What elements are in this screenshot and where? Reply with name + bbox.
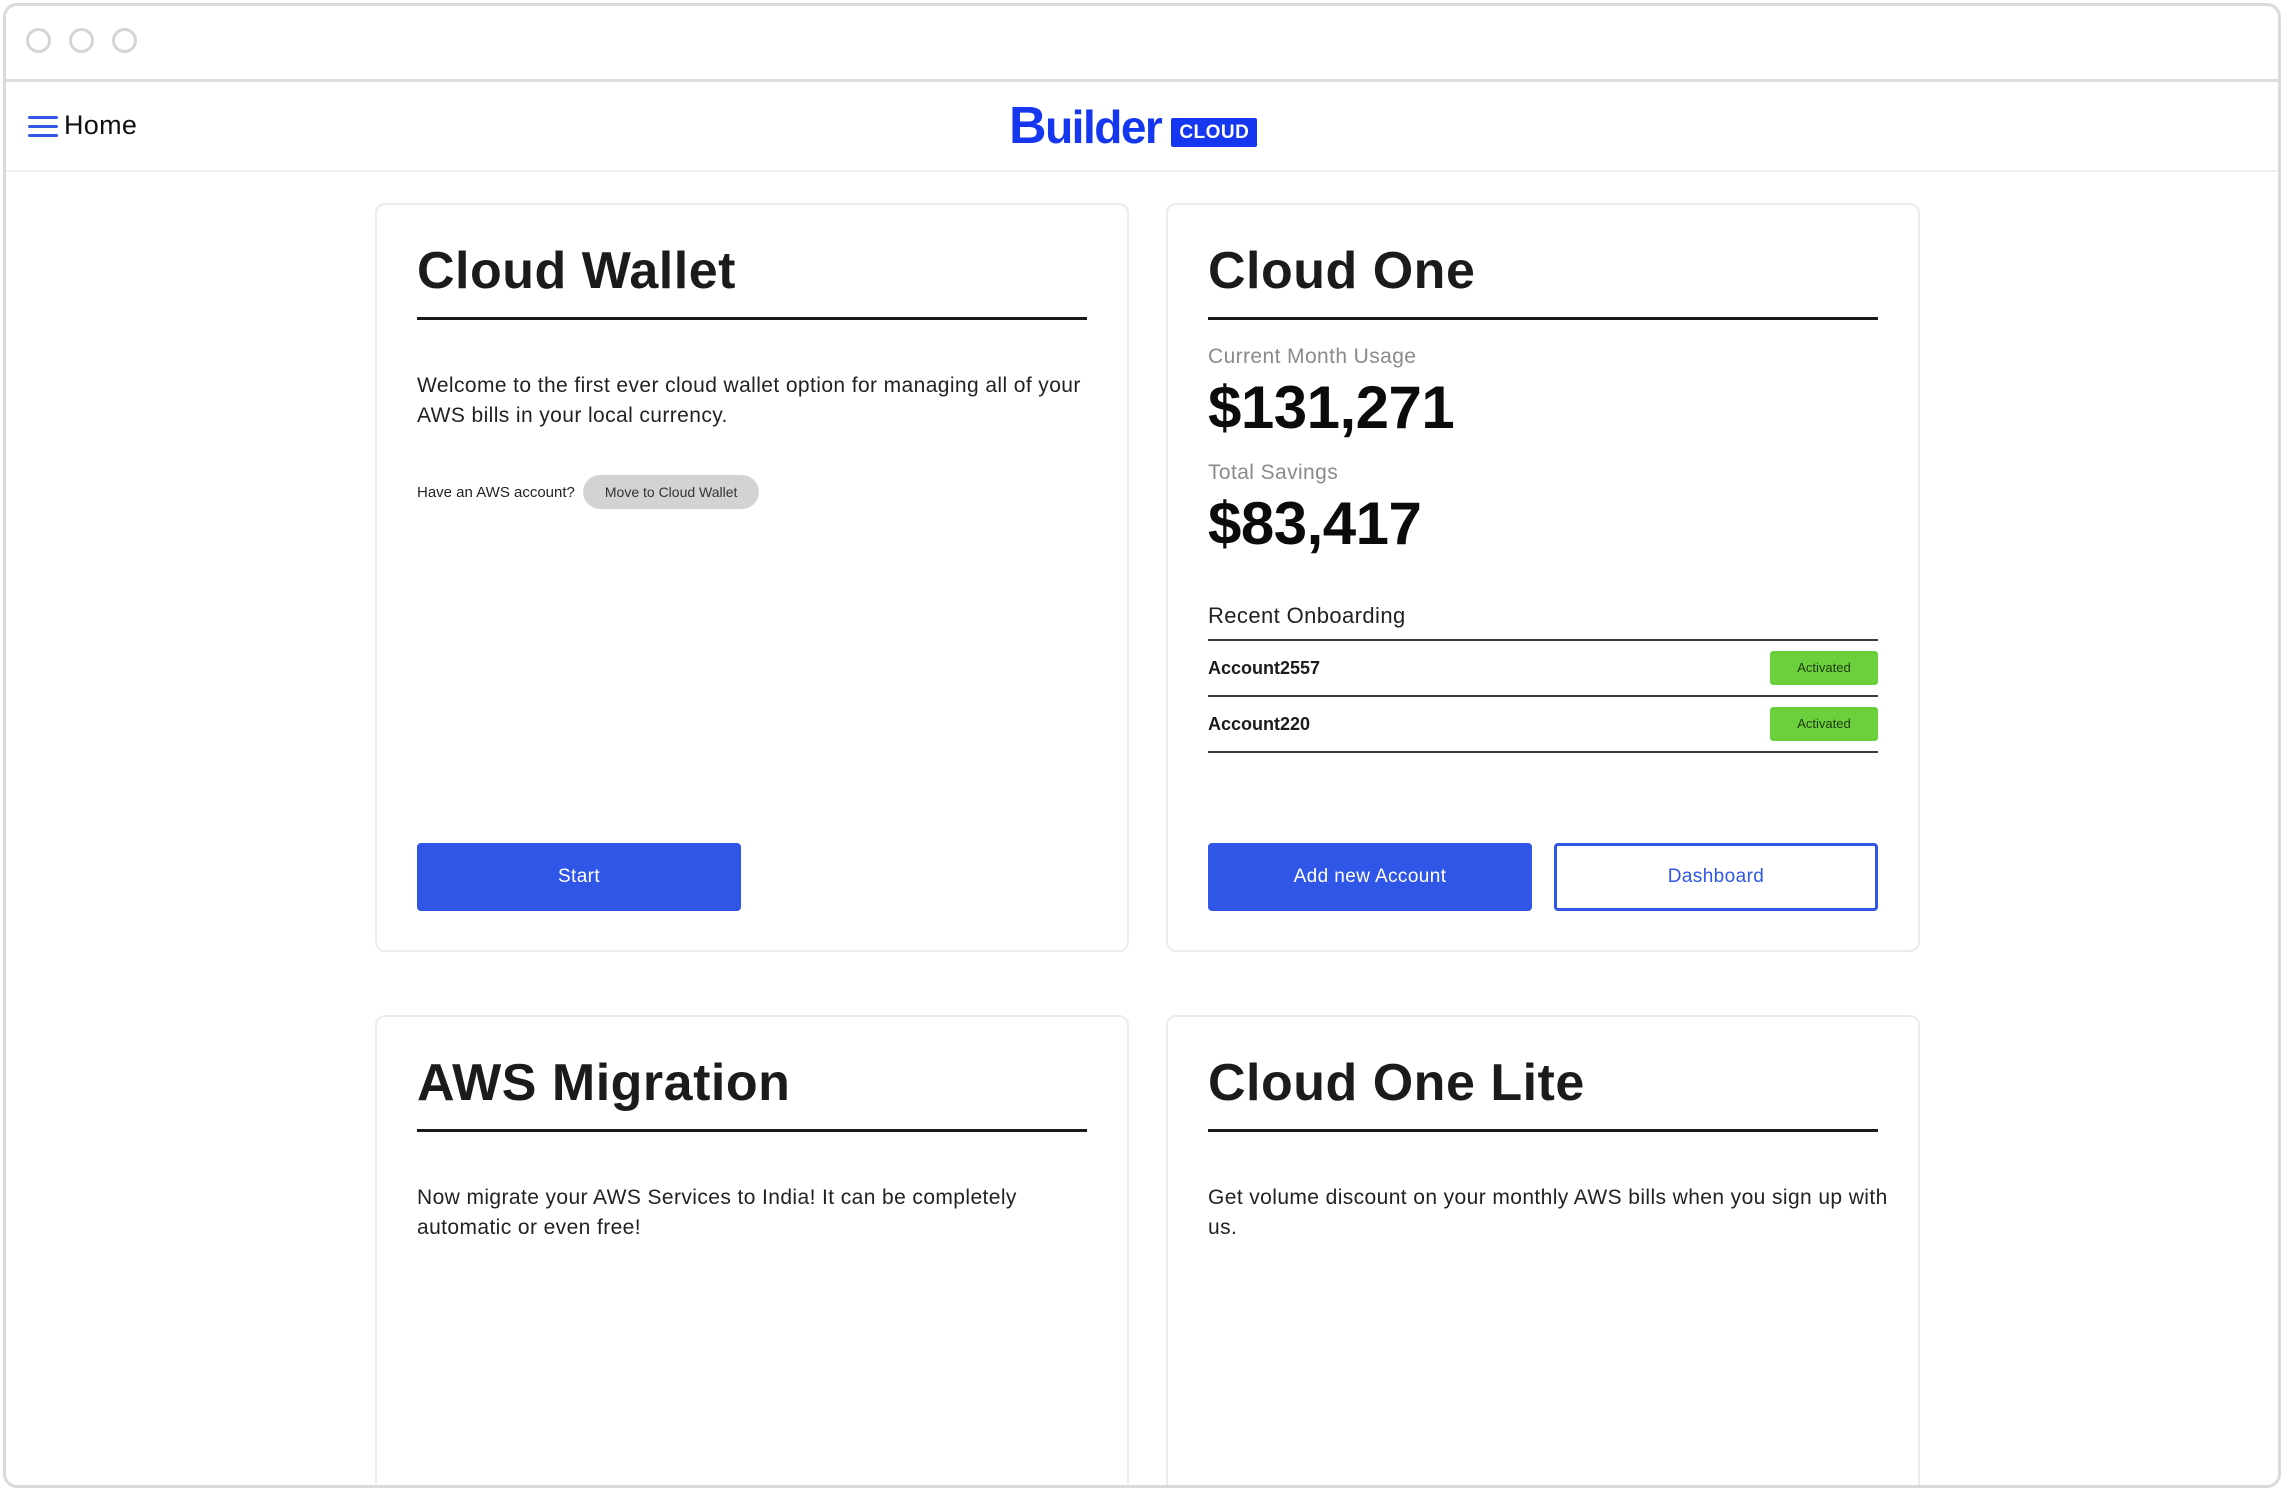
list-item[interactable]: Account2557 Activated xyxy=(1208,641,1878,697)
cloud-one-card: Cloud One Current Month Usage $131,271 T… xyxy=(1166,203,1920,952)
cloud-wallet-card: Cloud Wallet Welcome to the first ever c… xyxy=(375,203,1129,952)
dashboard-button[interactable]: Dashboard xyxy=(1554,843,1878,911)
card-description: Get volume discount on your monthly AWS … xyxy=(1208,1186,1888,1239)
recent-onboarding-label: Recent Onboarding xyxy=(1208,603,1406,628)
title-divider xyxy=(1208,1129,1878,1132)
account-name: Account220 xyxy=(1208,714,1311,734)
title-divider xyxy=(1208,317,1878,320)
recent-onboarding-list: Account2557 Activated Account220 Activat… xyxy=(1208,639,1878,753)
title-divider xyxy=(417,317,1087,320)
savings-value: $83,417 xyxy=(1208,490,1422,557)
builder-cloud-logo[interactable]: Builder CLOUD xyxy=(1009,97,1258,155)
status-badge: Activated xyxy=(1770,707,1878,741)
add-new-account-button[interactable]: Add new Account xyxy=(1208,843,1532,911)
top-navbar: Home Builder CLOUD xyxy=(6,82,2278,172)
window-minimize-dot[interactable] xyxy=(69,28,94,53)
title-divider xyxy=(417,1129,1087,1132)
home-label[interactable]: Home xyxy=(64,110,137,141)
hamburger-icon[interactable] xyxy=(28,114,58,138)
card-title: Cloud One xyxy=(1208,242,1476,300)
start-button[interactable]: Start xyxy=(417,843,741,911)
window-titlebar xyxy=(6,6,2278,82)
status-badge: Activated xyxy=(1770,651,1878,685)
list-item[interactable]: Account220 Activated xyxy=(1208,697,1878,753)
move-to-cloud-wallet-button[interactable]: Move to Cloud Wallet xyxy=(582,475,760,509)
home-menu-button[interactable]: Home xyxy=(28,110,137,141)
browser-window: Home Builder CLOUD Cloud Wallet Welcome … xyxy=(3,3,2281,1488)
card-description: Now migrate your AWS Services to India! … xyxy=(417,1186,1017,1239)
logo-badge: CLOUD xyxy=(1171,118,1258,147)
aws-account-question: Have an AWS account? xyxy=(417,483,575,501)
aws-account-row: Have an AWS account? Move to Cloud Walle… xyxy=(417,475,760,509)
logo-wordmark: Builder xyxy=(1009,97,1163,155)
window-close-dot[interactable] xyxy=(26,28,51,53)
card-title: AWS Migration xyxy=(417,1054,791,1112)
usage-value: $131,271 xyxy=(1208,374,1455,441)
window-maximize-dot[interactable] xyxy=(112,28,137,53)
card-description: Welcome to the first ever cloud wallet o… xyxy=(417,374,1081,427)
aws-migration-card: AWS Migration Now migrate your AWS Servi… xyxy=(375,1015,1129,1485)
usage-label: Current Month Usage xyxy=(1208,345,1417,368)
card-title: Cloud Wallet xyxy=(417,242,736,300)
cloud-one-lite-card: Cloud One Lite Get volume discount on yo… xyxy=(1166,1015,1920,1485)
account-name: Account2557 xyxy=(1208,658,1321,678)
card-title: Cloud One Lite xyxy=(1208,1054,1585,1112)
savings-label: Total Savings xyxy=(1208,461,1339,484)
